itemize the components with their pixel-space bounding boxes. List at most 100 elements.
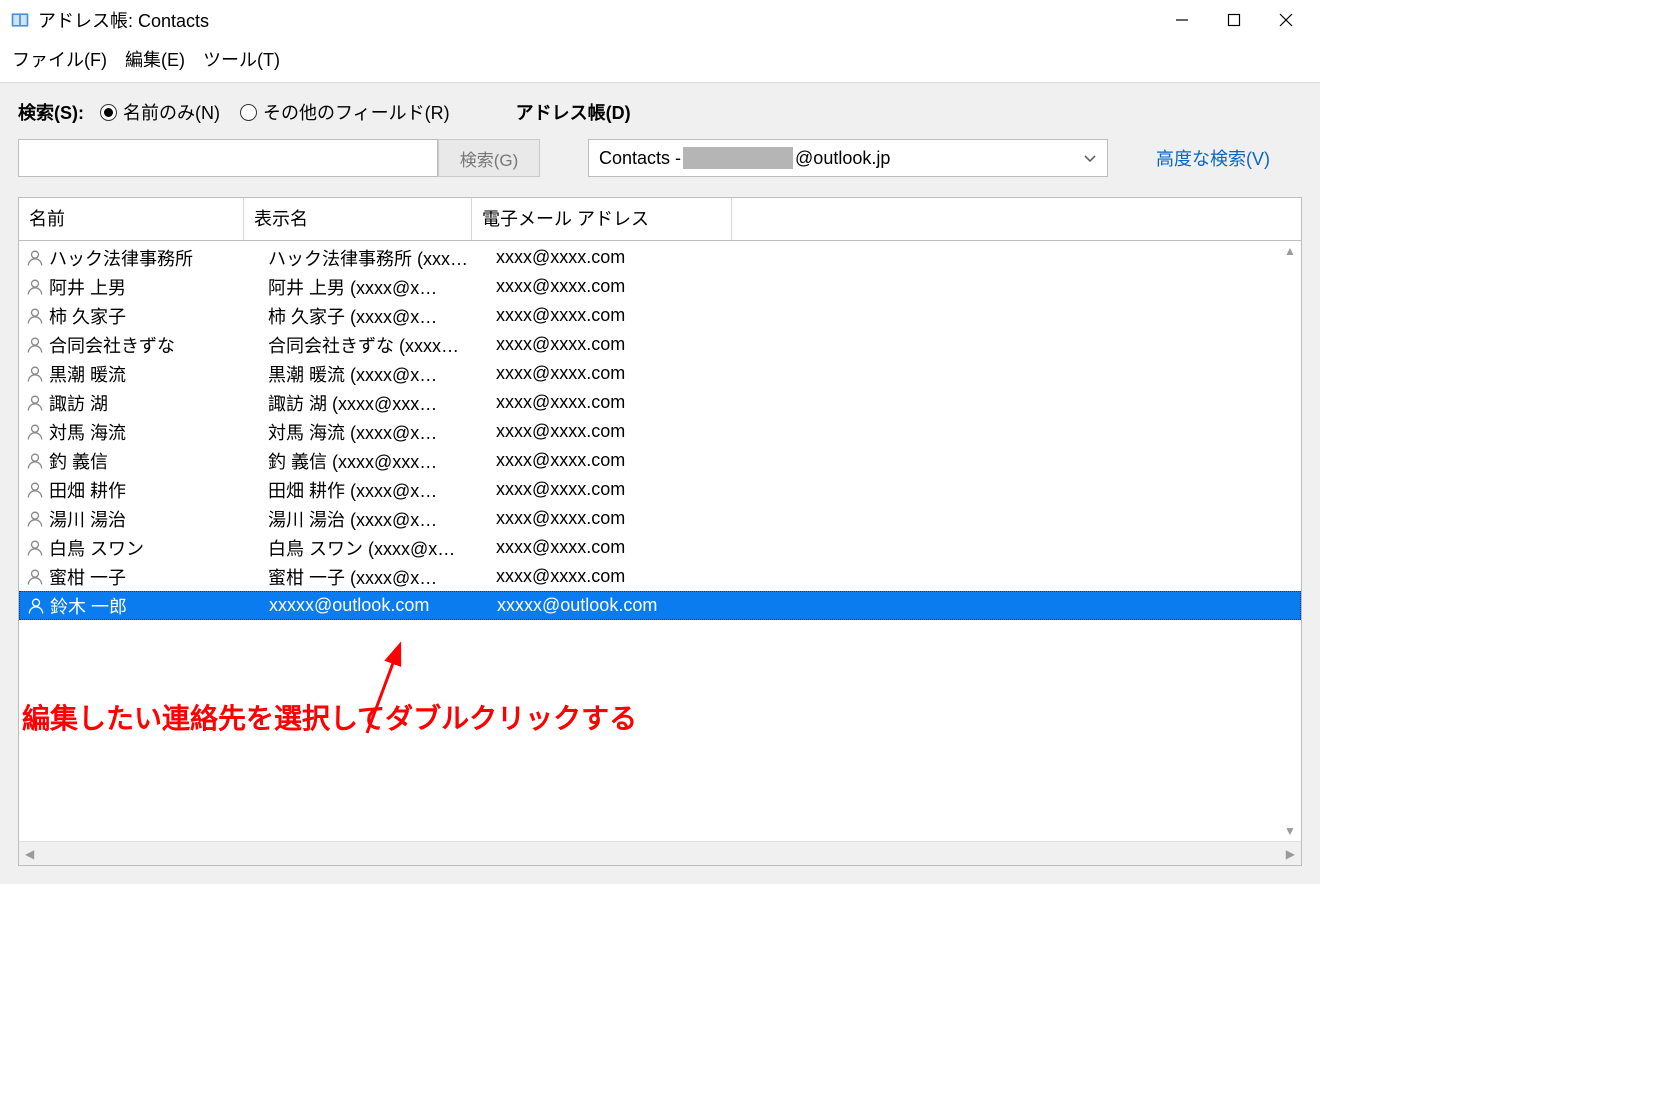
radio-name-only[interactable]: 名前のみ(N) (100, 99, 220, 125)
menu-edit[interactable]: 編集(E) (119, 44, 191, 74)
person-icon (25, 335, 45, 355)
cell-name: 鈴木 一郎 (50, 593, 269, 619)
cell-name: 阿井 上男 (49, 274, 268, 300)
menubar: ファイル(F) 編集(E) ツール(T) (0, 40, 1320, 82)
cell-email: xxxx@xxxx.com (496, 450, 756, 471)
person-icon (25, 277, 45, 297)
table-row[interactable]: 田畑 耕作田畑 耕作 (xxxx@x…xxxx@xxxx.com (19, 475, 1301, 504)
person-icon (25, 451, 45, 471)
titlebar: アドレス帳: Contacts (0, 0, 1320, 40)
cell-email: xxxx@xxxx.com (496, 508, 756, 529)
table-row[interactable]: 対馬 海流対馬 海流 (xxxx@x…xxxx@xxxx.com (19, 417, 1301, 446)
cell-name: 湯川 湯治 (49, 506, 268, 532)
cell-name: 蜜柑 一子 (49, 564, 268, 590)
cell-email: xxxx@xxxx.com (496, 537, 756, 558)
cell-email: xxxx@xxxx.com (496, 363, 756, 384)
scroll-left-icon: ◀ (25, 847, 34, 861)
annotation-text: 編集したい連絡先を選択してダブルクリックする (22, 697, 637, 737)
menu-tools[interactable]: ツール(T) (197, 44, 286, 74)
person-icon (25, 538, 45, 558)
table-row[interactable]: 白鳥 スワン白鳥 スワン (xxxx@x…xxxx@xxxx.com (19, 533, 1301, 562)
address-book-icon (10, 10, 30, 30)
table-row[interactable]: 鈴木 一郎xxxxx@outlook.comxxxxx@outlook.com (19, 591, 1301, 620)
radio-name-only-label: 名前のみ(N) (123, 99, 220, 125)
cell-name: 合同会社きずな (49, 332, 268, 358)
person-icon (25, 306, 45, 326)
table-row[interactable]: 湯川 湯治湯川 湯治 (xxxx@x…xxxx@xxxx.com (19, 504, 1301, 533)
cell-email: xxxx@xxxx.com (496, 276, 756, 297)
minimize-button[interactable] (1156, 0, 1208, 40)
cell-email: xxxx@xxxx.com (496, 392, 756, 413)
table-row[interactable]: 阿井 上男阿井 上男 (xxxx@x…xxxx@xxxx.com (19, 272, 1301, 301)
table-row[interactable]: 柿 久家子柿 久家子 (xxxx@x…xxxx@xxxx.com (19, 301, 1301, 330)
cell-display: 対馬 海流 (xxxx@x… (268, 419, 496, 445)
person-icon (25, 393, 45, 413)
person-icon (25, 509, 45, 529)
cell-name: ハック法律事務所 (49, 245, 268, 271)
person-icon (25, 248, 45, 268)
cell-display: 黒潮 暖流 (xxxx@x… (268, 361, 496, 387)
person-icon (25, 364, 45, 384)
person-icon (26, 596, 46, 616)
window-title: アドレス帳: Contacts (38, 7, 1156, 33)
cell-name: 柿 久家子 (49, 303, 268, 329)
cell-name: 対馬 海流 (49, 419, 268, 445)
table-row[interactable]: 蜜柑 一子蜜柑 一子 (xxxx@x…xxxx@xxxx.com (19, 562, 1301, 591)
column-header-display[interactable]: 表示名 (244, 198, 472, 240)
search-button[interactable]: 検索(G) (438, 139, 540, 177)
cell-name: 黒潮 暖流 (49, 361, 268, 387)
maximize-button[interactable] (1208, 0, 1260, 40)
cell-name: 白鳥 スワン (49, 535, 268, 561)
person-icon (25, 567, 45, 587)
radio-icon (100, 104, 117, 121)
cell-display: xxxxx@outlook.com (269, 595, 497, 616)
radio-other-fields-label: その他のフィールド(R) (263, 99, 450, 125)
advanced-search-link[interactable]: 高度な検索(V) (1156, 145, 1270, 171)
column-header-name[interactable]: 名前 (19, 198, 244, 240)
redacted-account (683, 147, 793, 169)
column-header-email[interactable]: 電子メール アドレス (472, 198, 732, 240)
cell-display: 諏訪 湖 (xxxx@xxx… (268, 390, 496, 416)
cell-display: 湯川 湯治 (xxxx@x… (268, 506, 496, 532)
radio-other-fields[interactable]: その他のフィールド(R) (240, 99, 450, 125)
scroll-right-icon: ▶ (1286, 847, 1295, 861)
cell-display: 合同会社きずな (xxxx… (268, 332, 496, 358)
cell-display: 阿井 上男 (xxxx@x… (268, 274, 496, 300)
cell-display: 白鳥 スワン (xxxx@x… (268, 535, 496, 561)
chevron-down-icon (1083, 148, 1097, 169)
grid-header: 名前 表示名 電子メール アドレス (19, 198, 1301, 241)
cell-name: 田畑 耕作 (49, 477, 268, 503)
cell-name: 釣 義信 (49, 448, 268, 474)
cell-display: 田畑 耕作 (xxxx@x… (268, 477, 496, 503)
radio-icon (240, 104, 257, 121)
scroll-down-icon: ▼ (1284, 824, 1296, 838)
cell-display: 釣 義信 (xxxx@xxx… (268, 448, 496, 474)
cell-display: 柿 久家子 (xxxx@x… (268, 303, 496, 329)
cell-email: xxxx@xxxx.com (496, 305, 756, 326)
toolbar: 検索(S): 名前のみ(N) その他のフィールド(R) アドレス帳(D) 検索(… (0, 82, 1320, 189)
person-icon (25, 422, 45, 442)
address-book-label: アドレス帳(D) (516, 99, 631, 125)
scroll-up-icon: ▲ (1284, 244, 1296, 258)
search-input[interactable] (18, 139, 438, 177)
cell-display: 蜜柑 一子 (xxxx@x… (268, 564, 496, 590)
table-row[interactable]: ハック法律事務所ハック法律事務所 (xxx…xxxx@xxxx.com (19, 243, 1301, 272)
person-icon (25, 480, 45, 500)
cell-email: xxxxx@outlook.com (497, 595, 757, 616)
table-row[interactable]: 黒潮 暖流黒潮 暖流 (xxxx@x…xxxx@xxxx.com (19, 359, 1301, 388)
search-label: 検索(S): (18, 99, 84, 125)
horizontal-scrollbar[interactable]: ◀ ▶ (19, 841, 1301, 865)
cell-email: xxxx@xxxx.com (496, 566, 756, 587)
cell-email: xxxx@xxxx.com (496, 334, 756, 355)
cell-display: ハック法律事務所 (xxx… (268, 245, 496, 271)
address-book-select-prefix: Contacts - (599, 148, 681, 169)
address-book-select[interactable]: Contacts - @outlook.jp (588, 139, 1108, 177)
cell-name: 諏訪 湖 (49, 390, 268, 416)
table-row[interactable]: 合同会社きずな合同会社きずな (xxxx…xxxx@xxxx.com (19, 330, 1301, 359)
table-row[interactable]: 釣 義信釣 義信 (xxxx@xxx…xxxx@xxxx.com (19, 446, 1301, 475)
table-row[interactable]: 諏訪 湖諏訪 湖 (xxxx@xxx…xxxx@xxxx.com (19, 388, 1301, 417)
vertical-scrollbar[interactable]: ▲ ▼ (1279, 241, 1301, 841)
menu-file[interactable]: ファイル(F) (6, 44, 113, 74)
cell-email: xxxx@xxxx.com (496, 479, 756, 500)
close-button[interactable] (1260, 0, 1312, 40)
